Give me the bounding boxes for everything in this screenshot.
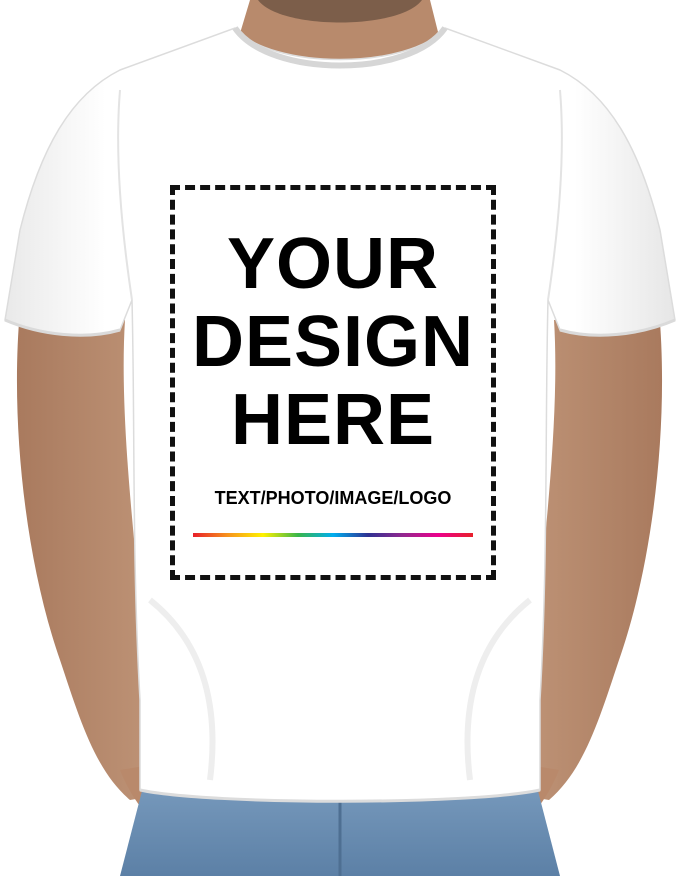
headline-line-2: DESIGN xyxy=(191,302,475,382)
print-area-dashed-border: YOUR DESIGN HERE TEXT/PHOTO/IMAGE/LOGO xyxy=(170,185,496,580)
headline-line-1: YOUR xyxy=(226,224,440,304)
product-photo: YOUR DESIGN HERE TEXT/PHOTO/IMAGE/LOGO xyxy=(0,0,679,876)
headline-line-3: HERE xyxy=(230,380,436,460)
rainbow-line xyxy=(193,533,473,537)
design-headline: YOUR DESIGN HERE xyxy=(175,225,491,459)
design-subtitle: TEXT/PHOTO/IMAGE/LOGO xyxy=(214,488,452,508)
